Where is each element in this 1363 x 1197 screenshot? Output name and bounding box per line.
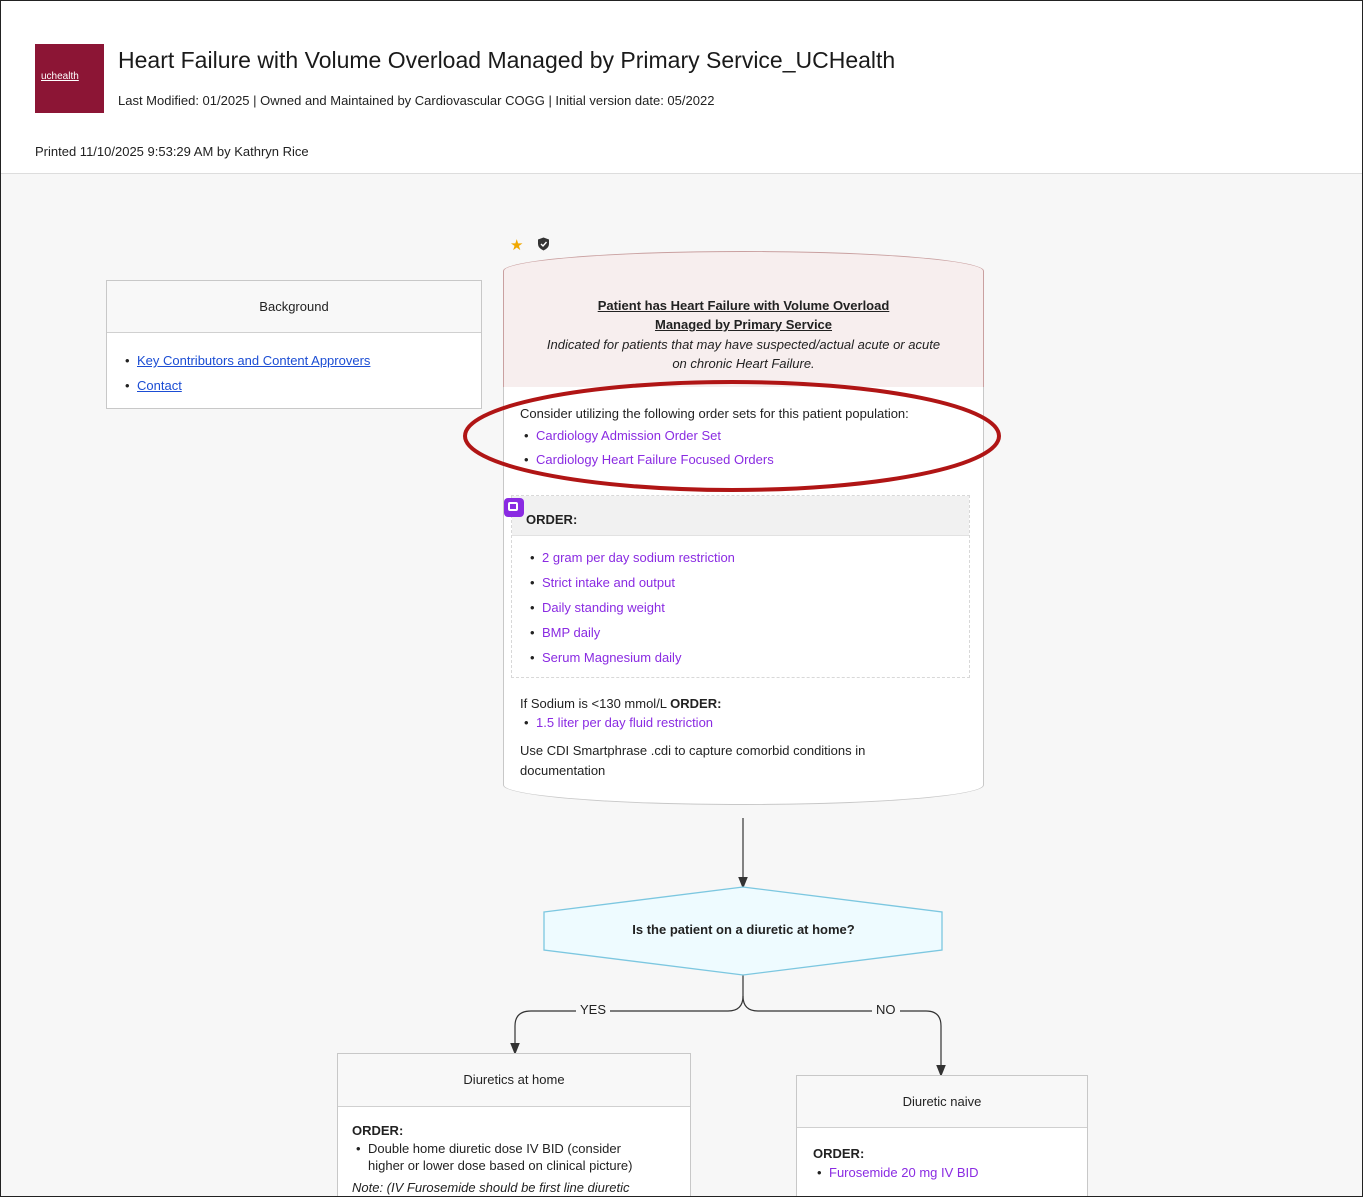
main-step-title[interactable]: Patient has Heart Failure with Volume Ov… bbox=[503, 296, 984, 334]
shield-icon bbox=[538, 237, 549, 251]
background-box: Background Key Contributors and Content … bbox=[106, 280, 482, 409]
sodium-condition: If Sodium is <130 mmol/L ORDER: bbox=[520, 696, 722, 711]
background-links: Key Contributors and Content Approvers C… bbox=[107, 348, 481, 398]
yes-label: YES bbox=[576, 1002, 611, 1017]
order-label: ORDER: bbox=[526, 512, 578, 527]
order-item[interactable]: Serum Magnesium daily bbox=[526, 645, 735, 670]
order-block-header bbox=[512, 496, 969, 536]
highlight-annotation bbox=[463, 380, 1001, 492]
diuretics-at-home-note: Note: (IV Furosemide should be first lin… bbox=[352, 1180, 630, 1195]
order-block: ORDER: 2 gram per day sodium restriction… bbox=[504, 495, 970, 678]
cdi-instruction: Use CDI Smartphrase .cdi to capture como… bbox=[520, 743, 866, 778]
background-title: Background bbox=[107, 281, 481, 333]
diuretics-at-home-order-item: Double home diuretic dose IV BID (consid… bbox=[352, 1140, 632, 1174]
diuretics-at-home-orders: Double home diuretic dose IV BID (consid… bbox=[352, 1140, 632, 1174]
order-item[interactable]: Strict intake and output bbox=[526, 570, 735, 595]
sodium-orders: 1.5 liter per day fluid restriction bbox=[520, 714, 713, 732]
diuretic-naive-order-label: ORDER: bbox=[813, 1146, 865, 1161]
order-icon bbox=[504, 498, 524, 517]
order-item[interactable]: Daily standing weight bbox=[526, 595, 735, 620]
diuretic-naive-orders: Furosemide 20 mg IV BID bbox=[813, 1164, 979, 1182]
connector-yes bbox=[510, 975, 744, 1055]
no-label: NO bbox=[872, 1002, 900, 1017]
diuretics-at-home-title: Diuretics at home bbox=[338, 1054, 690, 1107]
pathway-window: uchealth Heart Failure with Volume Overl… bbox=[0, 0, 1363, 1197]
main-step-card[interactable]: Patient has Heart Failure with Volume Ov… bbox=[503, 251, 984, 806]
link-contact[interactable]: Contact bbox=[121, 373, 481, 398]
order-list: 2 gram per day sodium restriction Strict… bbox=[526, 545, 735, 670]
decision-question[interactable]: Is the patient on a diuretic at home? bbox=[544, 922, 943, 937]
connector-no bbox=[742, 995, 946, 1077]
diuretics-at-home-card[interactable]: Diuretics at home ORDER: Double home diu… bbox=[337, 1053, 691, 1196]
diuretic-naive-order-item[interactable]: Furosemide 20 mg IV BID bbox=[813, 1164, 979, 1182]
link-key-contributors[interactable]: Key Contributors and Content Approvers bbox=[121, 348, 481, 373]
diuretic-naive-card[interactable]: Diuretic naive ORDER: Furosemide 20 mg I… bbox=[796, 1075, 1088, 1196]
main-step-subtitle: Indicated for patients that may have sus… bbox=[546, 337, 941, 371]
diuretic-naive-title: Diuretic naive bbox=[797, 1076, 1087, 1128]
order-item[interactable]: BMP daily bbox=[526, 620, 735, 645]
order-item[interactable]: 2 gram per day sodium restriction bbox=[526, 545, 735, 570]
sodium-order-item[interactable]: 1.5 liter per day fluid restriction bbox=[520, 714, 713, 732]
diuretics-at-home-order-label: ORDER: bbox=[352, 1123, 404, 1138]
